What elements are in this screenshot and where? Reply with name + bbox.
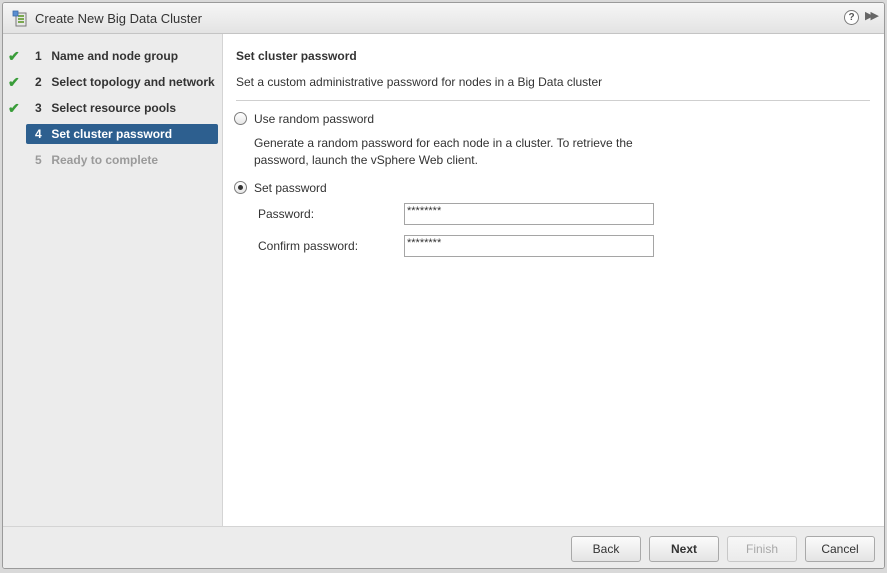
title-bar: Create New Big Data Cluster ? ▶▶ xyxy=(3,3,884,34)
back-button[interactable]: Back xyxy=(571,536,641,562)
check-icon: ✔ xyxy=(8,74,20,90)
step-number: 3 xyxy=(35,101,42,115)
page-title: Set cluster password xyxy=(236,49,357,63)
step-number: 5 xyxy=(35,153,42,167)
create-cluster-dialog: Create New Big Data Cluster ? ▶▶ ✔ 1 Nam… xyxy=(2,2,885,569)
step-label: Ready to complete xyxy=(51,153,159,167)
random-password-label[interactable]: Use random password xyxy=(254,112,374,126)
step-label: Select resource pools xyxy=(51,101,177,115)
set-password-label[interactable]: Set password xyxy=(254,181,327,195)
wizard-footer: Back Next Finish Cancel xyxy=(3,526,884,568)
next-button[interactable]: Next xyxy=(649,536,719,562)
wizard-steps-sidebar: ✔ 1 Name and node group ✔ 2 Select topol… xyxy=(3,34,223,526)
dialog-title: Create New Big Data Cluster xyxy=(35,11,202,26)
password-field[interactable] xyxy=(404,203,654,225)
finish-button: Finish xyxy=(727,536,797,562)
step-label: Set cluster password xyxy=(51,127,173,141)
cancel-button[interactable]: Cancel xyxy=(805,536,875,562)
cluster-icon xyxy=(12,10,27,27)
check-icon: ✔ xyxy=(8,48,20,64)
step-number: 4 xyxy=(35,127,42,141)
random-password-radio[interactable] xyxy=(234,112,247,125)
wizard-content: Set cluster password Set a custom admini… xyxy=(224,34,884,526)
confirm-password-field[interactable] xyxy=(404,235,654,257)
divider xyxy=(236,100,870,101)
step-ready-to-complete: 5 Ready to complete xyxy=(26,150,218,170)
help-icon[interactable]: ? xyxy=(844,10,859,25)
step-select-topology-and-network[interactable]: ✔ 2 Select topology and network xyxy=(8,72,218,92)
check-icon: ✔ xyxy=(8,100,20,116)
confirm-password-label: Confirm password: xyxy=(258,239,359,253)
step-name-and-node-group[interactable]: ✔ 1 Name and node group xyxy=(8,46,218,66)
step-number: 2 xyxy=(35,75,42,89)
set-password-radio[interactable] xyxy=(234,181,247,194)
step-label: Select topology and network xyxy=(51,75,215,89)
step-number: 1 xyxy=(35,49,42,63)
page-description: Set a custom administrative password for… xyxy=(236,75,603,89)
password-label: Password: xyxy=(258,207,315,221)
step-select-resource-pools[interactable]: ✔ 3 Select resource pools xyxy=(8,98,218,118)
random-password-help: Generate a random password for each node… xyxy=(254,136,633,167)
step-set-cluster-password[interactable]: 4 Set cluster password xyxy=(26,124,218,144)
step-label: Name and node group xyxy=(51,49,179,63)
expand-icon[interactable]: ▶▶ xyxy=(865,9,881,27)
